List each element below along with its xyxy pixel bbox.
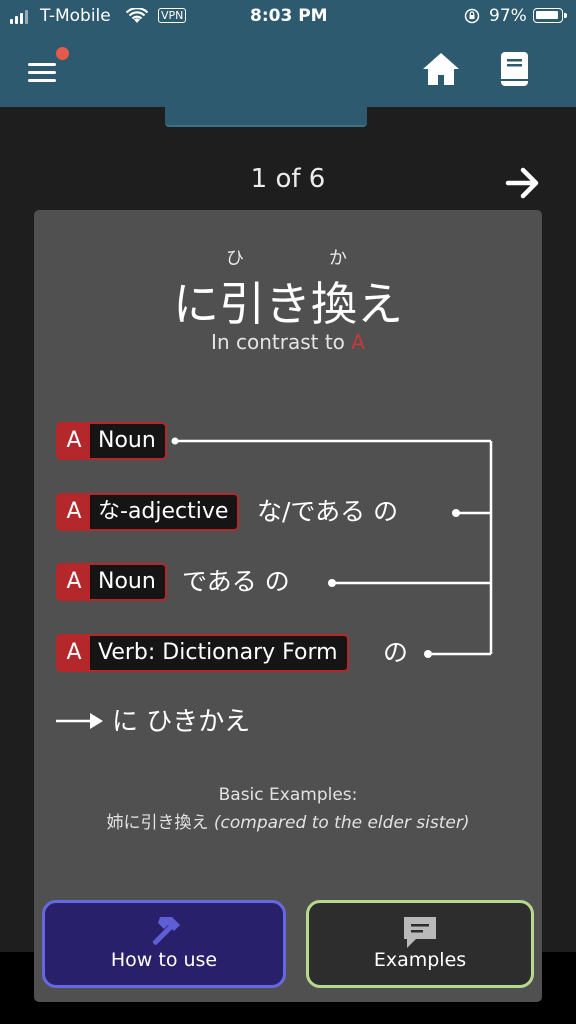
examples-heading: Basic Examples: xyxy=(218,785,358,805)
result-text: に ひきかえ xyxy=(112,707,251,737)
example-jp: 姉に引き換え xyxy=(106,813,209,833)
menu-button[interactable] xyxy=(24,47,69,85)
battery-percent: 97% xyxy=(489,6,527,26)
formation-tail: である の xyxy=(182,567,290,596)
furigana-ka: か xyxy=(329,248,347,269)
book-icon[interactable] xyxy=(498,50,532,88)
tag-a: A xyxy=(56,563,92,601)
word-type: Noun xyxy=(90,563,167,601)
orientation-lock-icon xyxy=(464,8,480,24)
clock: 8:03 PM xyxy=(250,6,328,26)
examples-button[interactable]: Examples xyxy=(306,900,534,988)
signal-icon xyxy=(10,8,32,24)
chat-bubble-icon xyxy=(404,917,436,948)
tab-indicator[interactable] xyxy=(165,107,367,127)
app-header: T-Mobile VPN 8:03 PM 97% xyxy=(0,0,576,107)
subtitle-marker: A xyxy=(351,330,365,354)
example-en: (compared to the elder sister) xyxy=(213,813,470,833)
page-indicator: 1 of 6 xyxy=(250,164,326,194)
home-icon[interactable] xyxy=(421,50,461,88)
formation-tail: の xyxy=(383,638,409,667)
grammar-title: に引き換え xyxy=(173,277,403,331)
hammer-icon xyxy=(152,917,180,945)
wifi-icon xyxy=(126,8,148,23)
grammar-subtitle: In contrast to A xyxy=(34,330,542,354)
tag-a: A xyxy=(56,493,92,531)
tag-a: A xyxy=(56,422,92,460)
furigana-hi: ひ xyxy=(226,248,244,269)
grammar-card: ひ か に引き換え In contrast to A A Noun A な-ad… xyxy=(34,210,542,1002)
how-to-use-label: How to use xyxy=(110,949,218,971)
vpn-badge: VPN xyxy=(158,8,187,23)
tag-a: A xyxy=(56,634,92,672)
status-bar: T-Mobile VPN 8:03 PM 97% xyxy=(0,0,576,34)
word-type: Verb: Dictionary Form xyxy=(90,634,349,672)
word-type: Noun xyxy=(90,422,167,460)
word-type: な-adjective xyxy=(90,493,240,531)
arrow-right-icon[interactable] xyxy=(505,166,541,200)
grammar-title-block: ひ か に引き換え In contrast to A xyxy=(34,210,542,354)
example-sentence: 姉に引き換え (compared to the elder sister) xyxy=(34,808,542,833)
examples-label: Examples xyxy=(373,949,467,971)
notification-dot xyxy=(56,47,69,60)
how-to-use-button[interactable]: How to use xyxy=(42,900,286,988)
subtitle-text: In contrast to xyxy=(211,330,345,354)
arrow-right-icon xyxy=(56,713,103,729)
formation-tail: な/である の xyxy=(257,497,399,526)
battery-icon xyxy=(533,8,567,23)
carrier-label: T-Mobile xyxy=(40,6,111,26)
